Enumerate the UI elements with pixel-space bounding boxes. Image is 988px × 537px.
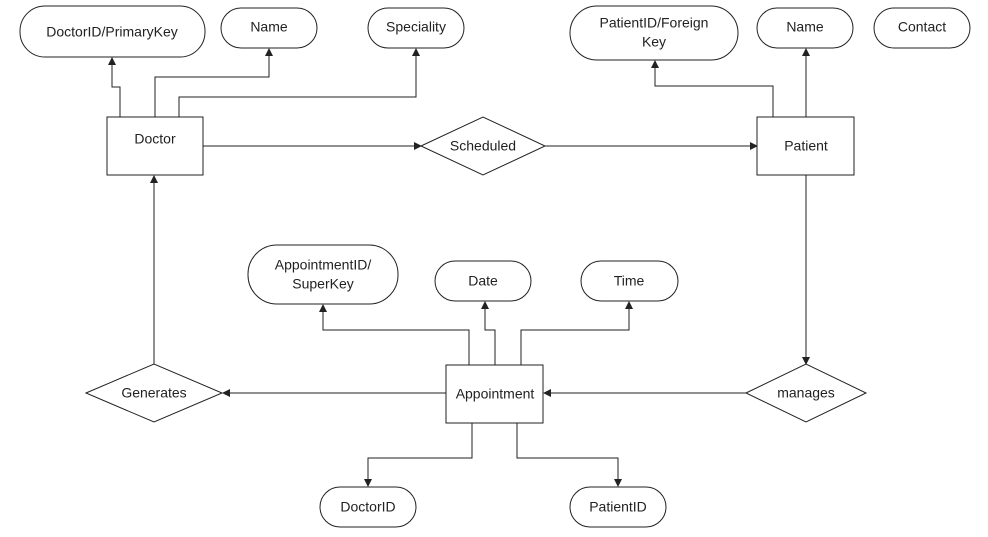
- attribute-appointment-patientid[interactable]: PatientID: [569, 486, 667, 528]
- connector-appointment-appointmentid: [319, 304, 470, 365]
- attribute-label-line2: Key: [642, 34, 666, 50]
- connector-doctor-doctorid: [108, 57, 121, 117]
- connector-doctor-name: [154, 48, 273, 117]
- relationship-label: manages: [777, 385, 835, 401]
- attribute-time[interactable]: Time: [580, 260, 679, 302]
- entity-doctor[interactable]: Doctor: [106, 116, 204, 176]
- relationship-generates[interactable]: Generates: [84, 363, 224, 423]
- connector-patient-patientid: [651, 60, 774, 117]
- entity-label: Appointment: [456, 386, 535, 402]
- entity-patient[interactable]: Patient: [756, 116, 855, 176]
- attribute-label-line1: PatientID/Foreign: [600, 15, 709, 31]
- attribute-doctorid-primarykey[interactable]: DoctorID/PrimaryKey: [19, 5, 206, 58]
- entity-appointment[interactable]: Appointment: [445, 364, 544, 424]
- attribute-label: Speciality: [386, 19, 446, 35]
- attribute-appointmentid-superkey[interactable]: AppointmentID/ SuperKey: [247, 244, 399, 305]
- connector-appointment-patientid: [516, 423, 622, 487]
- attribute-speciality[interactable]: Speciality: [367, 7, 465, 49]
- relationship-scheduled[interactable]: Scheduled: [419, 116, 547, 176]
- relationship-label: Scheduled: [450, 138, 516, 154]
- attribute-label: DoctorID: [340, 499, 395, 515]
- attribute-label-line2: SuperKey: [292, 276, 353, 292]
- relationship-manages[interactable]: manages: [744, 363, 868, 423]
- attribute-date[interactable]: Date: [434, 260, 532, 302]
- relationship-label: Generates: [121, 385, 186, 401]
- attribute-label: PatientID: [589, 499, 647, 515]
- attribute-label: DoctorID/PrimaryKey: [46, 24, 177, 40]
- attribute-label: Contact: [898, 19, 946, 35]
- entity-label: Patient: [784, 138, 828, 154]
- attribute-label: Name: [786, 19, 824, 35]
- connector-doctor-speciality: [178, 48, 420, 117]
- connector-appointment-time: [520, 301, 633, 365]
- attribute-appointment-doctorid[interactable]: DoctorID: [319, 486, 417, 528]
- connector-appointment-doctorid: [364, 423, 473, 487]
- attribute-label: Name: [250, 19, 288, 35]
- attribute-label: Time: [614, 273, 645, 289]
- er-diagram: DoctorID/PrimaryKey Name Speciality Pati…: [19, 5, 971, 528]
- attribute-label: Date: [468, 273, 498, 289]
- attribute-doctor-name[interactable]: Name: [220, 7, 318, 49]
- attribute-label-line1: AppointmentID/: [275, 257, 372, 273]
- entity-label: Doctor: [134, 131, 176, 147]
- attribute-contact[interactable]: Contact: [873, 7, 971, 49]
- connector-appointment-date: [481, 301, 496, 365]
- attribute-patientid-foreignkey[interactable]: PatientID/Foreign Key: [569, 5, 739, 61]
- attribute-patient-name[interactable]: Name: [756, 7, 854, 49]
